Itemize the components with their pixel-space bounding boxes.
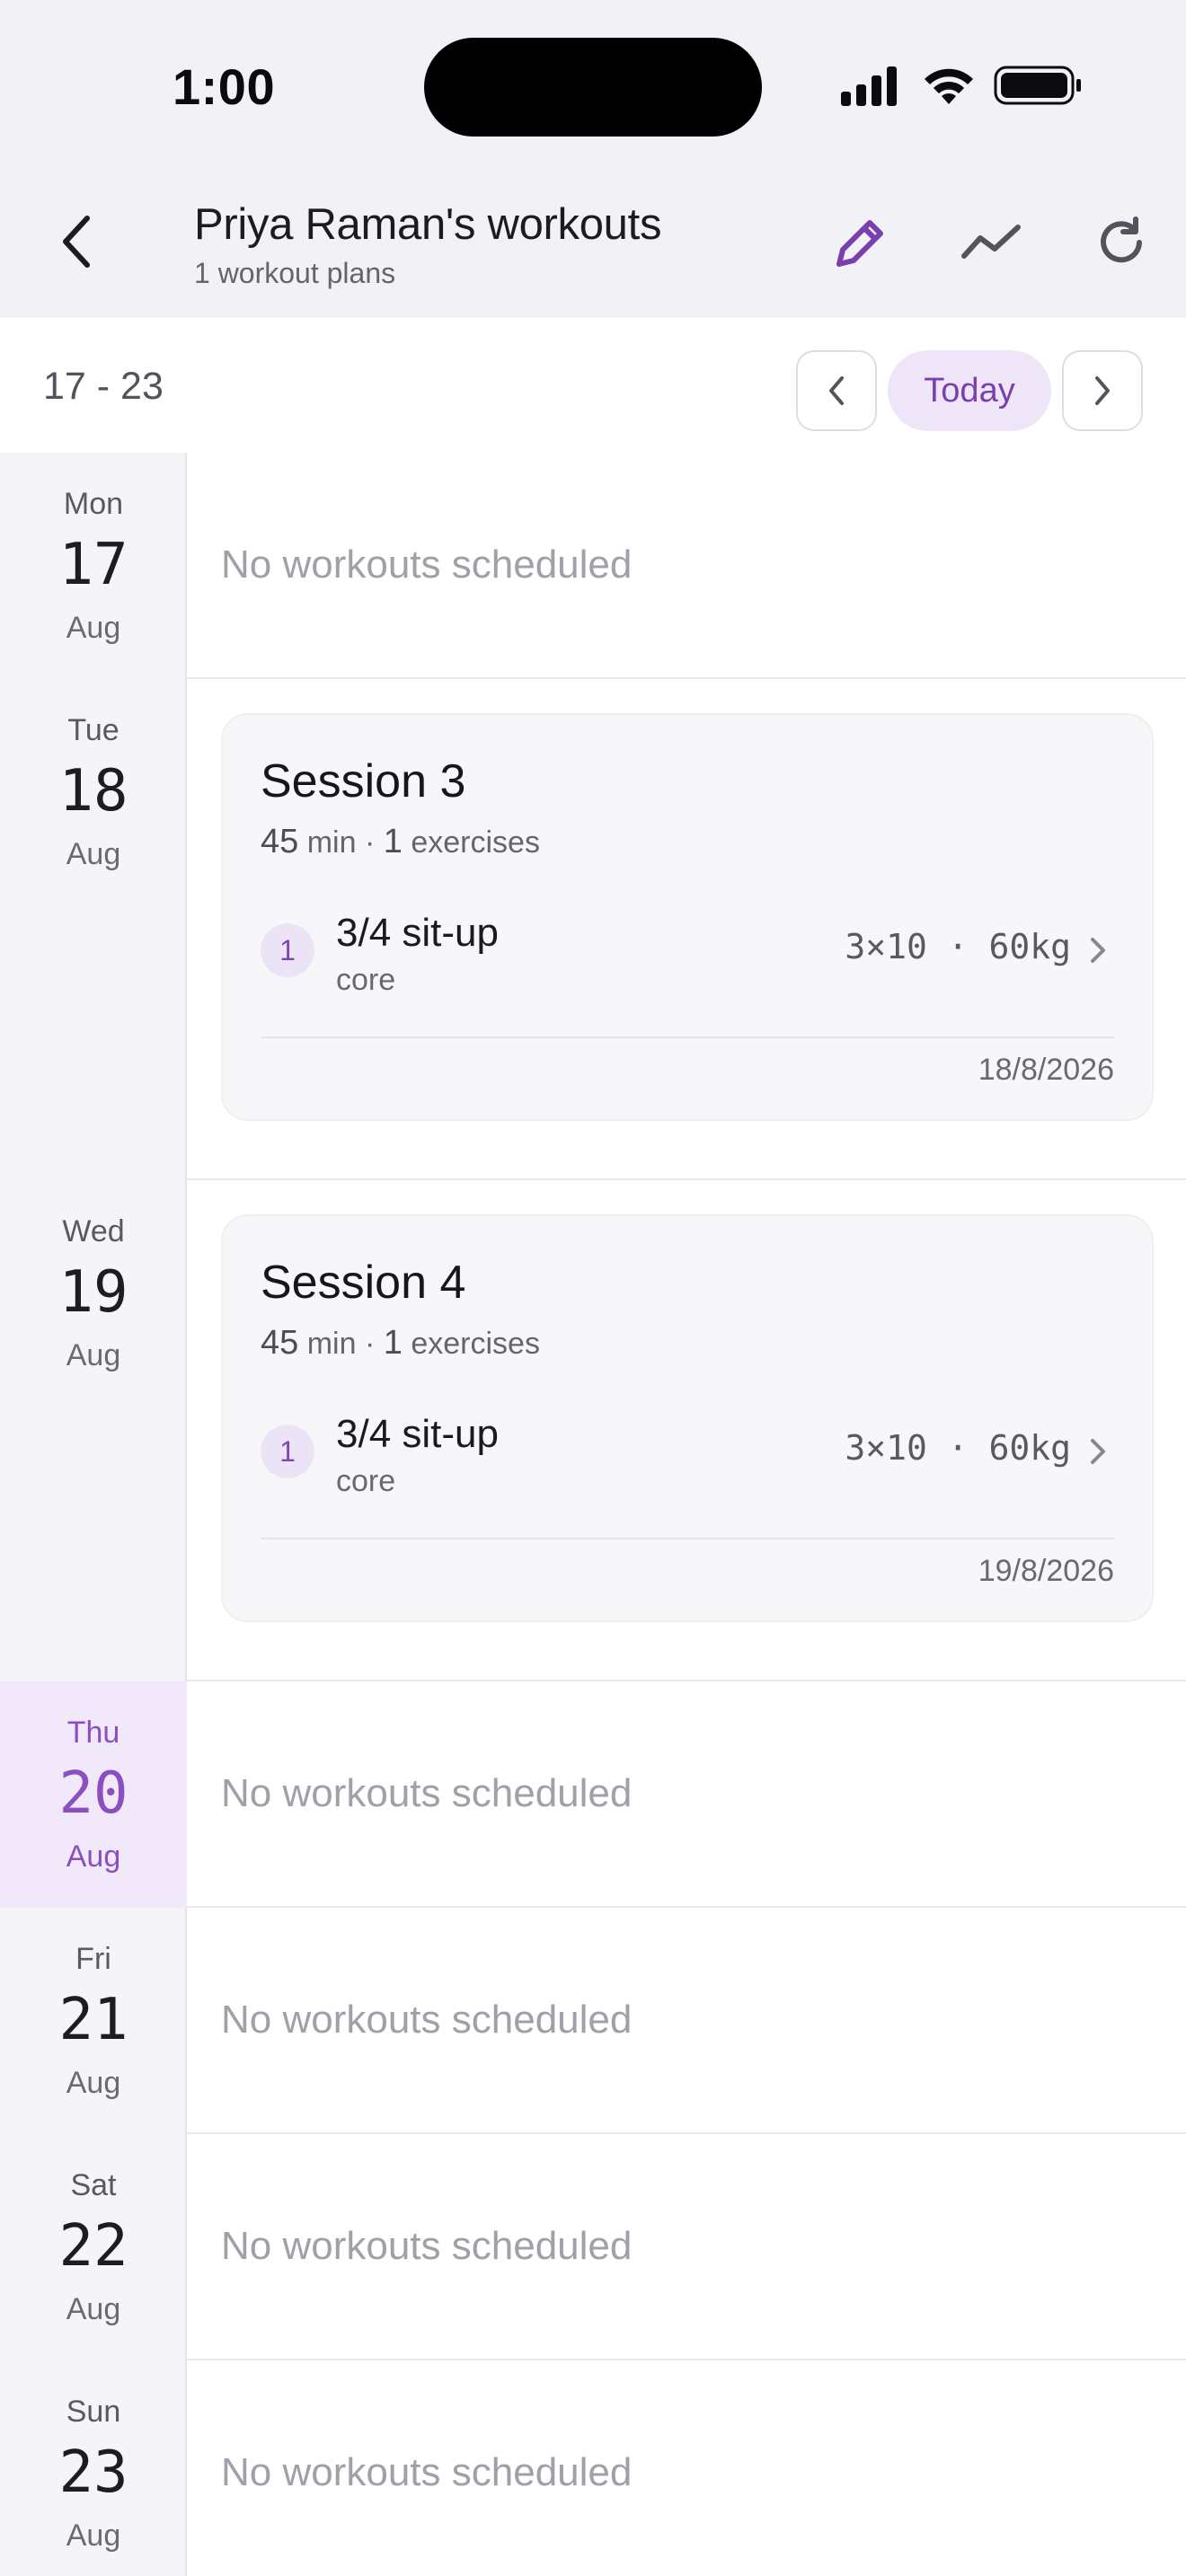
day-weekday: Thu [66, 1716, 120, 1750]
exercise-sets: 3×10 · 60kg [845, 927, 1071, 966]
day-weekday: Sat [70, 2168, 117, 2202]
chevron-left-icon [829, 376, 844, 405]
status-time: 1:00 [173, 58, 276, 115]
session-minutes: 45 [261, 1324, 299, 1362]
refresh-icon [1101, 216, 1142, 263]
pencil-icon [836, 220, 883, 267]
day-month: Aug [66, 2066, 121, 2100]
card-divider [261, 1037, 1114, 1038]
day-row-mon: Mon 17 Aug No workouts scheduled [0, 453, 1186, 679]
progress-chart-button[interactable] [956, 207, 1028, 278]
exercise-category: core [336, 963, 396, 997]
session-date: 19/8/2026 [978, 1554, 1114, 1588]
day-number: 21 [58, 1987, 128, 2053]
day-row-sun: Sun 23 Aug No workouts scheduled [0, 2360, 1186, 2576]
no-workouts-text: No workouts scheduled [221, 2450, 633, 2494]
day-month: Aug [66, 1839, 121, 1874]
page-title: Priya Raman's workouts [194, 200, 662, 249]
day-row-fri: Fri 21 Aug No workouts scheduled [0, 1908, 1186, 2134]
day-month: Aug [66, 611, 121, 645]
day-month: Aug [66, 1338, 121, 1372]
day-weekday: Fri [75, 1942, 111, 1976]
session-meta: 45 min · 1 exercises [261, 823, 540, 861]
day-number: 20 [58, 1760, 128, 1827]
day-label: Mon 17 Aug [0, 453, 187, 679]
exercise-row[interactable]: 1 3/4 sit-up core 3×10 · 60kg [261, 911, 1120, 1008]
day-label: Fri 21 Aug [0, 1908, 187, 2134]
day-month: Aug [66, 837, 121, 871]
day-number: 22 [58, 2213, 128, 2280]
dynamic-island [424, 38, 762, 137]
exercise-index-badge: 1 [261, 923, 314, 977]
edit-button[interactable] [825, 207, 897, 278]
day-weekday: Mon [63, 487, 124, 521]
no-workouts-text: No workouts scheduled [221, 543, 633, 587]
session-title: Session 3 [261, 755, 466, 807]
day-month: Aug [66, 2519, 121, 2553]
wifi-icon [925, 68, 973, 104]
today-button[interactable]: Today [888, 350, 1051, 431]
exercise-sets: 3×10 · 60kg [845, 1428, 1071, 1468]
day-label: Wed 19 Aug [0, 1180, 187, 1681]
cellular-signal-icon [841, 66, 897, 106]
week-navigator: 17 - 23 Today [0, 318, 1186, 453]
day-weekday: Wed [62, 1214, 125, 1248]
chevron-right-icon [1095, 376, 1110, 405]
session-exercise-unit: exercises [411, 825, 540, 860]
session-exercise-unit: exercises [411, 1327, 540, 1361]
back-chevron-icon [63, 216, 90, 268]
day-row-tue: Tue 18 Aug Session 3 45 min · 1 exercise… [0, 679, 1186, 1180]
day-month: Aug [66, 2292, 121, 2326]
day-number: 18 [58, 758, 128, 825]
card-divider [261, 1538, 1114, 1539]
session-meta: 45 min · 1 exercises [261, 1324, 540, 1363]
exercise-name: 3/4 sit-up [336, 1412, 499, 1456]
day-label-today: Thu 20 Aug [0, 1681, 187, 1908]
exercise-index-badge: 1 [261, 1425, 314, 1478]
session-card[interactable]: Session 3 45 min · 1 exercises 1 3/4 sit… [221, 713, 1154, 1121]
session-minutes: 45 [261, 823, 299, 860]
no-workouts-text: No workouts scheduled [221, 2224, 633, 2268]
session-minutes-unit: min [306, 825, 357, 860]
day-row-sat: Sat 22 Aug No workouts scheduled [0, 2134, 1186, 2360]
trend-line-icon [961, 225, 1021, 259]
session-card[interactable]: Session 4 45 min · 1 exercises 1 3/4 sit… [221, 1214, 1154, 1622]
session-minutes-unit: min [306, 1327, 357, 1361]
session-title: Session 4 [261, 1257, 466, 1309]
day-weekday: Tue [67, 713, 119, 747]
page-subtitle: 1 workout plans [194, 257, 396, 289]
exercise-name: 3/4 sit-up [336, 911, 499, 955]
status-bar: 1:00 [0, 0, 1186, 176]
meta-separator: · [364, 1327, 376, 1361]
no-workouts-text: No workouts scheduled [221, 1771, 633, 1815]
day-label: Sun 23 Aug [0, 2360, 187, 2576]
week-range: 17 - 23 [43, 365, 164, 408]
day-number: 19 [58, 1259, 128, 1326]
session-exercise-count: 1 [383, 823, 403, 860]
refresh-button[interactable] [1085, 207, 1157, 278]
day-weekday: Sun [66, 2395, 121, 2429]
day-label: Tue 18 Aug [0, 679, 187, 1180]
back-button[interactable] [45, 210, 108, 273]
previous-week-button[interactable] [796, 350, 877, 431]
day-number: 17 [58, 532, 128, 598]
day-label: Sat 22 Aug [0, 2134, 187, 2360]
chevron-right-icon [1091, 1439, 1105, 1464]
no-workouts-text: No workouts scheduled [221, 1998, 633, 2042]
session-exercise-count: 1 [383, 1324, 403, 1362]
chevron-right-icon [1091, 938, 1105, 963]
exercise-category: core [336, 1464, 396, 1498]
exercise-row[interactable]: 1 3/4 sit-up core 3×10 · 60kg [261, 1412, 1120, 1509]
next-week-button[interactable] [1062, 350, 1143, 431]
day-number: 23 [58, 2439, 128, 2506]
header: Priya Raman's workouts 1 workout plans [0, 176, 1186, 318]
meta-separator: · [364, 825, 376, 860]
day-row-wed: Wed 19 Aug Session 4 45 min · 1 exercise… [0, 1180, 1186, 1681]
battery-icon [994, 66, 1081, 105]
day-row-thu: Thu 20 Aug No workouts scheduled [0, 1681, 1186, 1908]
session-date: 18/8/2026 [978, 1053, 1114, 1087]
